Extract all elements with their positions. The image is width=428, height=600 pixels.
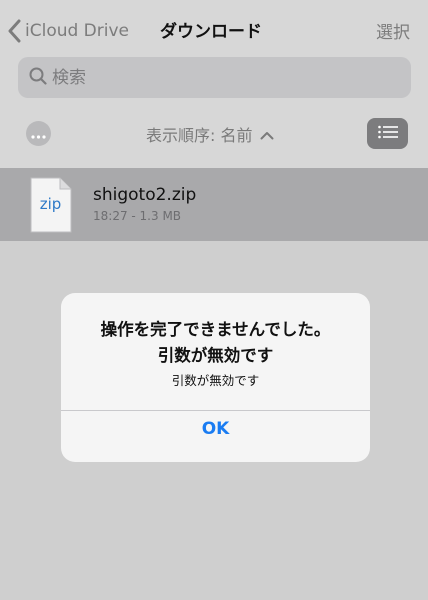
page-title: ダウンロード xyxy=(160,22,262,42)
file-meta: 18:27 - 1.3 MB xyxy=(93,209,182,223)
search-bar[interactable] xyxy=(18,57,411,98)
back-button[interactable]: iCloud Drive xyxy=(8,16,129,46)
navigation-bar: iCloud Drive ダウンロード 選択 表示順序: 名前 xyxy=(0,0,428,168)
file-type-label: zip xyxy=(39,195,62,213)
select-button[interactable]: 選択 xyxy=(376,18,410,43)
search-input[interactable] xyxy=(52,67,392,88)
ok-button[interactable]: OK xyxy=(61,411,370,462)
more-button[interactable] xyxy=(26,121,51,146)
error-alert-dialog: 操作を完了できませんでした。 引数が無効です 引数が無効です OK xyxy=(61,293,370,462)
chevron-up-icon xyxy=(252,125,274,144)
alert-title: 操作を完了できませんでした。 引数が無効です xyxy=(61,317,370,369)
file-row[interactable]: zip shigoto2.zip 18:27 - 1.3 MB xyxy=(0,168,428,241)
view-toggle-button[interactable] xyxy=(367,118,408,149)
alert-message: 引数が無効です xyxy=(171,373,260,388)
more-icon xyxy=(31,124,46,143)
sort-order-button[interactable]: 表示順序: 名前 xyxy=(146,122,274,146)
zip-file-icon: zip xyxy=(30,177,72,233)
sort-label: 表示順序: 名前 xyxy=(146,126,253,145)
alert-title-line-2: 引数が無効です xyxy=(157,346,274,365)
alert-title-line-1: 操作を完了できませんでした。 xyxy=(100,320,331,339)
chevron-left-icon xyxy=(8,19,22,43)
file-name: shigoto2.zip xyxy=(93,185,197,205)
search-icon xyxy=(18,67,47,89)
list-view-icon xyxy=(377,124,398,143)
back-button-label: iCloud Drive xyxy=(25,21,130,41)
